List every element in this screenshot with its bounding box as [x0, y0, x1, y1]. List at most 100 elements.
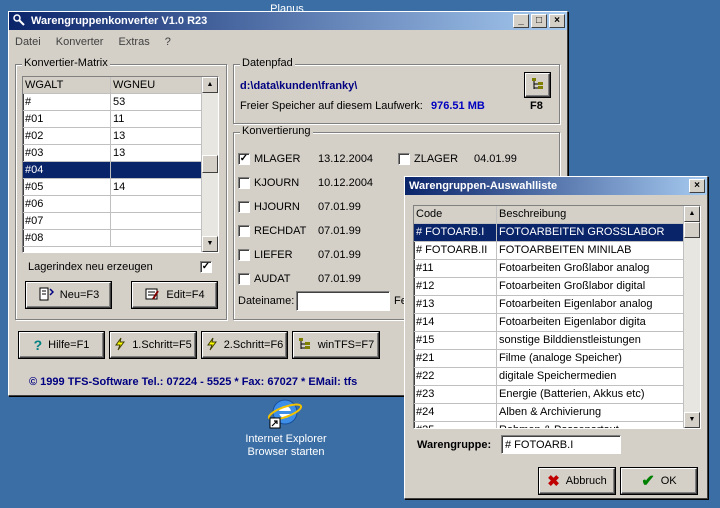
code-cell[interactable]: # FOTOARB.I: [414, 224, 497, 241]
beschreibung-cell[interactable]: Alben & Archivierung: [497, 404, 682, 421]
wgalt-cell[interactable]: #: [23, 94, 111, 110]
dialog-list[interactable]: Code Beschreibung # FOTOARB.I FOTOARBEITE…: [413, 205, 701, 429]
wgneu-cell[interactable]: 14: [111, 179, 199, 195]
header-beschreibung[interactable]: Beschreibung: [497, 206, 682, 223]
list-item[interactable]: #14 Fotoarbeiten Eigenlabor digita: [414, 314, 700, 332]
conv-checkbox[interactable]: [238, 225, 250, 237]
list-item[interactable]: #11 Fotoarbeiten Großlabor analog: [414, 260, 700, 278]
wgalt-cell[interactable]: #04: [23, 162, 111, 178]
table-row[interactable]: #03 13: [23, 145, 218, 162]
conv-item-liefer[interactable]: LIEFER 07.01.99: [238, 247, 361, 263]
list-item[interactable]: #25Rahmen & Passepartout: [414, 422, 700, 428]
conv-checkbox[interactable]: [238, 201, 250, 213]
wgneu-cell[interactable]: [111, 230, 199, 246]
choose-path-button[interactable]: [525, 73, 550, 97]
conv-checkbox[interactable]: [238, 177, 250, 189]
minimize-button[interactable]: _: [513, 14, 529, 28]
ie-desktop-label[interactable]: Internet Explorer Browser starten: [230, 433, 342, 459]
main-titlebar[interactable]: Warengruppenkonverter V1.0 R23 _ □ ×: [9, 12, 567, 30]
table-row[interactable]: #02 13: [23, 128, 218, 145]
help-button[interactable]: ? Hilfe=F1: [19, 332, 104, 358]
conv-checkbox[interactable]: ✓: [238, 153, 250, 165]
wgalt-cell[interactable]: #06: [23, 196, 111, 212]
table-row[interactable]: #07: [23, 213, 218, 230]
conv-checkbox[interactable]: [238, 273, 250, 285]
code-cell[interactable]: #12: [414, 278, 497, 295]
scroll-up-button[interactable]: ▲: [684, 206, 700, 222]
menu-extras[interactable]: Extras: [119, 36, 150, 48]
scroll-thumb[interactable]: [684, 222, 700, 238]
header-code[interactable]: Code: [414, 206, 497, 223]
beschreibung-cell[interactable]: Energie (Batterien, Akkus etc): [497, 386, 682, 403]
conv-checkbox[interactable]: [238, 249, 250, 261]
header-wgneu[interactable]: WGNEU: [111, 77, 199, 93]
maximize-button[interactable]: □: [531, 14, 547, 28]
step2-button[interactable]: 2.Schritt=F6: [202, 332, 287, 358]
list-item[interactable]: #24 Alben & Archivierung: [414, 404, 700, 422]
scroll-down-button[interactable]: ▼: [684, 412, 700, 428]
wgalt-cell[interactable]: #02: [23, 128, 111, 144]
beschreibung-cell[interactable]: sonstige Bilddienstleistungen: [497, 332, 682, 349]
table-row[interactable]: #06: [23, 196, 218, 213]
list-item[interactable]: #22 digitale Speichermedien: [414, 368, 700, 386]
code-cell[interactable]: #15: [414, 332, 497, 349]
internet-explorer-icon[interactable]: [266, 396, 306, 430]
code-cell[interactable]: #21: [414, 350, 497, 367]
wgneu-cell[interactable]: [111, 162, 199, 178]
menu-help[interactable]: ?: [165, 36, 171, 48]
dialog-close-button[interactable]: ×: [689, 179, 705, 193]
wgneu-cell[interactable]: [111, 196, 199, 212]
scroll-thumb[interactable]: [202, 155, 218, 173]
beschreibung-cell[interactable]: Fotoarbeiten Eigenlabor analog: [497, 296, 682, 313]
wgneu-cell[interactable]: 11: [111, 111, 199, 127]
beschreibung-cell[interactable]: Rahmen & Passepartout: [497, 422, 682, 428]
wgalt-cell[interactable]: #03: [23, 145, 111, 161]
code-cell[interactable]: #23: [414, 386, 497, 403]
list-item[interactable]: #15 sonstige Bilddienstleistungen: [414, 332, 700, 350]
code-cell[interactable]: #13: [414, 296, 497, 313]
wintfs-button[interactable]: winTFS=F7: [293, 332, 379, 358]
beschreibung-cell[interactable]: Fotoarbeiten Großlabor analog: [497, 260, 682, 277]
wgneu-cell[interactable]: 53: [111, 94, 199, 110]
wgalt-cell[interactable]: #07: [23, 213, 111, 229]
wgneu-cell[interactable]: [111, 213, 199, 229]
code-cell[interactable]: # FOTOARB.II: [414, 242, 497, 259]
conv-item-zlager[interactable]: ZLAGER 04.01.99: [398, 151, 517, 167]
code-cell[interactable]: #14: [414, 314, 497, 331]
list-item[interactable]: # FOTOARB.II FOTOARBEITEN MINILAB: [414, 242, 700, 260]
list-item[interactable]: # FOTOARB.I FOTOARBEITEN GROSSLABOR: [414, 224, 700, 242]
table-row[interactable]: #05 14: [23, 179, 218, 196]
menu-datei[interactable]: Datei: [15, 36, 41, 48]
conv-item-kjourn[interactable]: KJOURN 10.12.2004: [238, 175, 373, 191]
lagerindex-checkbox[interactable]: ✓: [200, 261, 212, 273]
dialog-scrollbar[interactable]: ▲ ▼: [683, 206, 700, 428]
conv-checkbox[interactable]: [398, 153, 410, 165]
table-row[interactable]: #04: [23, 162, 218, 179]
list-item[interactable]: #23 Energie (Batterien, Akkus etc): [414, 386, 700, 404]
menu-konverter[interactable]: Konverter: [56, 36, 104, 48]
list-item[interactable]: #13 Fotoarbeiten Eigenlabor analog: [414, 296, 700, 314]
code-cell[interactable]: #11: [414, 260, 497, 277]
matrix-grid[interactable]: WGALT WGNEU #53 #01 11 #02 13 #03 13 #04 #05 14 #0…: [22, 76, 219, 253]
header-wgalt[interactable]: WGALT: [23, 77, 111, 93]
matrix-scrollbar[interactable]: ▲ ▼: [201, 77, 218, 252]
list-item[interactable]: #21 Filme (analoge Speicher): [414, 350, 700, 368]
conv-item-hjourn[interactable]: HJOURN 07.01.99: [238, 199, 361, 215]
abbruch-button[interactable]: ✖ Abbruch: [539, 468, 615, 494]
close-button[interactable]: ×: [549, 14, 565, 28]
wgneu-cell[interactable]: 13: [111, 145, 199, 161]
conv-item-audat[interactable]: AUDAT 07.01.99: [238, 271, 361, 287]
beschreibung-cell[interactable]: FOTOARBEITEN MINILAB: [497, 242, 682, 259]
table-row[interactable]: #01 11: [23, 111, 218, 128]
beschreibung-cell[interactable]: digitale Speichermedien: [497, 368, 682, 385]
table-row[interactable]: #53: [23, 94, 218, 111]
wgalt-cell[interactable]: #05: [23, 179, 111, 195]
code-cell[interactable]: #22: [414, 368, 497, 385]
list-item[interactable]: #12 Fotoarbeiten Großlabor digital: [414, 278, 700, 296]
conv-item-rechdat[interactable]: RECHDAT 07.01.99: [238, 223, 361, 239]
wgalt-cell[interactable]: #08: [23, 230, 111, 246]
code-cell[interactable]: #24: [414, 404, 497, 421]
ok-button[interactable]: ✔ OK: [621, 468, 697, 494]
beschreibung-cell[interactable]: Fotoarbeiten Eigenlabor digita: [497, 314, 682, 331]
dateiname-input[interactable]: [296, 291, 390, 311]
